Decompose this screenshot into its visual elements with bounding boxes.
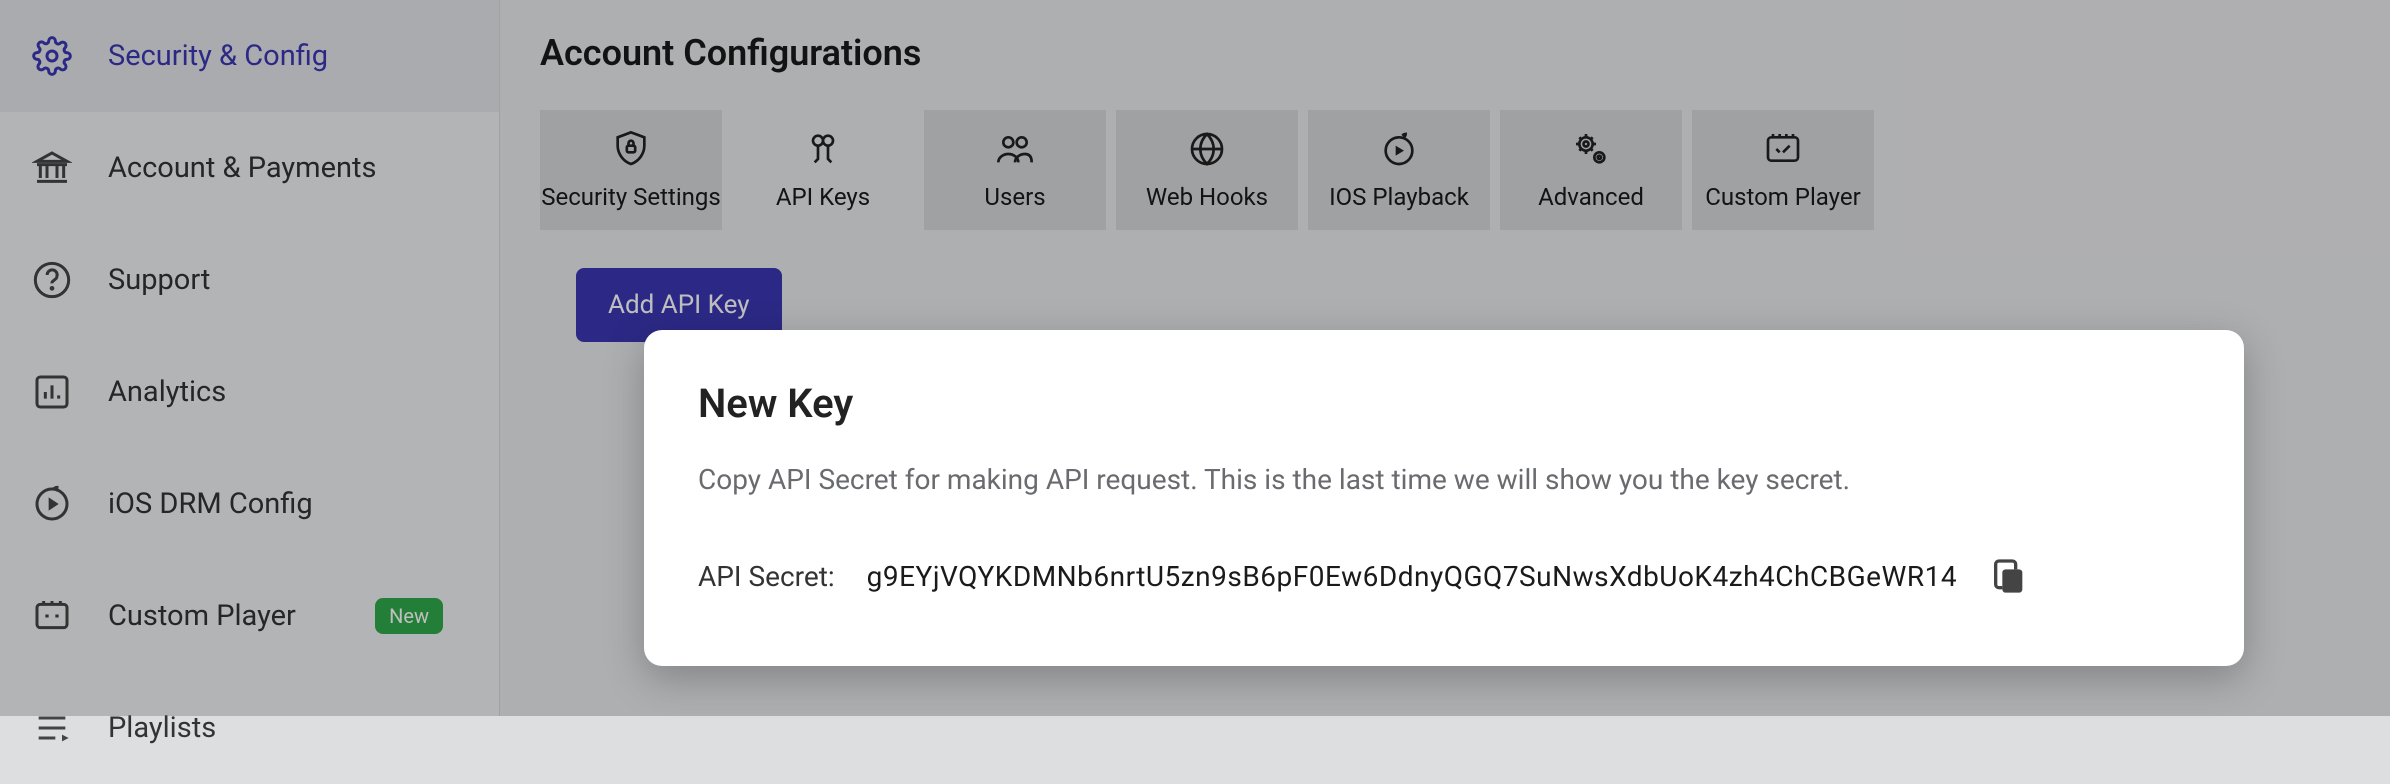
modal-description: Copy API Secret for making API request. … [698, 463, 2190, 496]
api-secret-row: API Secret: g9EYjVQYKDMNb6nrtU5zn9sB6pF0… [698, 556, 2190, 596]
api-secret-label: API Secret: [698, 560, 835, 593]
copy-icon[interactable] [1989, 556, 2029, 596]
new-key-modal: New Key Copy API Secret for making API r… [644, 330, 2244, 666]
modal-title: New Key [698, 380, 2190, 427]
api-secret-value: g9EYjVQYKDMNb6nrtU5zn9sB6pF0Ew6DdnyQGQ7S… [867, 560, 1957, 593]
sidebar-item-label: Playlists [108, 711, 467, 745]
